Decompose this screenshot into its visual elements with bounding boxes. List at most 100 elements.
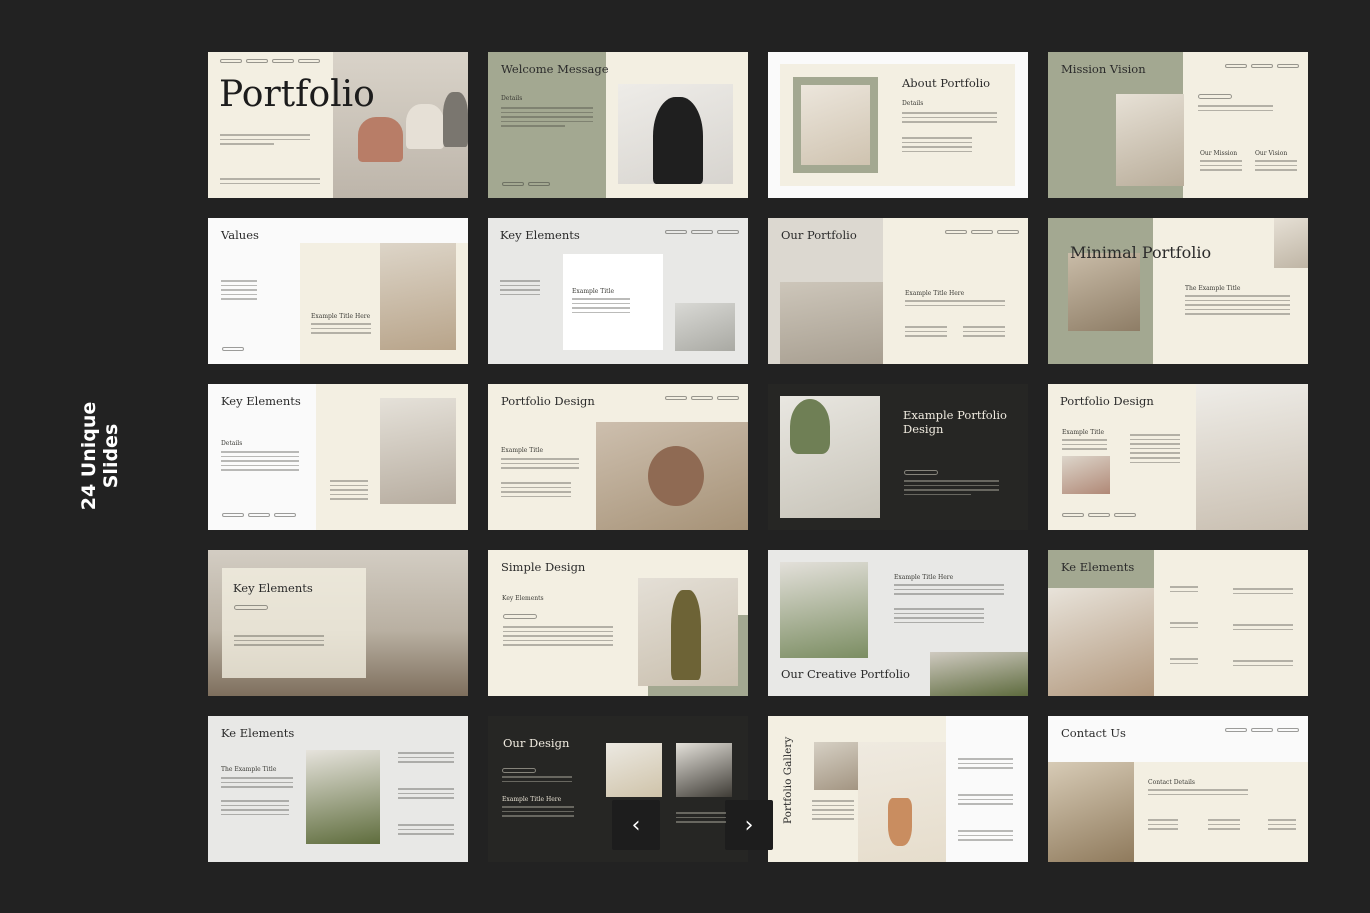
body-text <box>398 752 454 766</box>
chair-shape <box>406 104 444 149</box>
vision-heading: Our Vision <box>1255 150 1288 157</box>
slide-thumbnail[interactable]: Contact Us Contact Details <box>1048 716 1308 862</box>
body-text <box>1255 160 1297 174</box>
example-title: The Example Title <box>221 766 277 773</box>
slide-thumbnail[interactable]: Ke Elements The Example Title <box>208 716 468 862</box>
vase-shape <box>888 798 912 846</box>
body-text <box>1170 622 1198 631</box>
slide-thumbnail[interactable]: Portfolio Design Example Title <box>1048 384 1308 530</box>
body-text <box>902 137 972 155</box>
nav-dots <box>1062 513 1136 517</box>
body-text <box>958 758 1013 772</box>
body-text <box>311 323 371 337</box>
slide-title: Our Design <box>503 736 570 750</box>
slide-thumbnail[interactable]: Minimal Portfolio The Example Title <box>1048 218 1308 364</box>
example-title: Example Title Here <box>905 290 965 297</box>
tag-pill <box>503 614 537 619</box>
slide-title: Example Portfolio Design <box>903 408 1007 436</box>
slide-thumbnail[interactable]: Key Elements Example Title <box>488 218 748 364</box>
vase-photo <box>1274 218 1308 268</box>
slide-thumbnail[interactable]: Example Portfolio Design <box>768 384 1028 530</box>
slide-thumbnail[interactable]: Key Elements <box>208 550 468 696</box>
interior-photo <box>380 398 456 504</box>
slide-title: Minimal Portfolio <box>1070 243 1212 262</box>
contact-details-heading: Contact Details <box>1148 779 1196 786</box>
body-text <box>963 326 1005 340</box>
slide-thumbnail[interactable]: Values Example Title Here <box>208 218 468 364</box>
body-text <box>502 776 572 785</box>
figure-shape <box>671 590 701 680</box>
body-text <box>502 806 574 820</box>
body-text <box>1062 439 1107 453</box>
nav-dots <box>502 182 550 186</box>
body-text <box>398 788 454 802</box>
slide-thumbnail[interactable]: Ke Elements <box>1048 550 1308 696</box>
footer-text <box>220 178 320 187</box>
slide-thumbnail[interactable]: About Portfolio Details <box>768 52 1028 198</box>
body-text <box>501 107 593 130</box>
details-heading: Details <box>902 100 924 107</box>
prev-slide-button[interactable]: ‹ <box>612 800 660 850</box>
body-text <box>902 112 997 126</box>
details-heading: Details <box>501 95 523 102</box>
example-title: Key Elements <box>502 595 544 602</box>
body-text <box>904 480 999 498</box>
body-text <box>1208 819 1240 833</box>
body-text <box>503 626 613 649</box>
sofa-photo <box>1196 384 1308 530</box>
body-text <box>330 480 368 503</box>
chair-shape <box>443 92 468 147</box>
slide-title: Simple Design <box>501 560 586 574</box>
slide-thumbnail[interactable]: Portfolio Gallery <box>768 716 1028 862</box>
details-heading: Details <box>221 440 243 447</box>
body-text <box>234 635 324 649</box>
body-text <box>221 800 289 818</box>
slide-thumbnail[interactable]: Portfolio <box>208 52 468 198</box>
body-text <box>501 482 571 500</box>
vase-shape <box>648 446 704 506</box>
example-title: Example Title <box>501 447 544 454</box>
slide-thumbnail[interactable]: Portfolio Design Example Title <box>488 384 748 530</box>
body-text <box>905 326 947 340</box>
pillows-photo <box>1116 94 1184 186</box>
body-text <box>1185 295 1290 318</box>
example-title: Example Title Here <box>502 796 562 803</box>
example-title: Example Title Here <box>311 313 371 320</box>
sofa-photo <box>930 652 1028 696</box>
body-text <box>676 812 726 826</box>
chevron-left-icon: ‹ <box>631 812 641 838</box>
slide-title: About Portfolio <box>902 76 991 90</box>
body-text <box>1233 660 1293 669</box>
nav-dots <box>665 230 739 234</box>
next-slide-button[interactable]: › <box>725 800 773 850</box>
plant-shape <box>790 399 830 454</box>
slide-title: Key Elements <box>233 581 313 595</box>
nav-dots <box>945 230 1019 234</box>
tag-pill <box>502 768 536 773</box>
slide-thumbnail[interactable]: Our Creative Portfolio Example Title Her… <box>768 550 1028 696</box>
slide-title: Portfolio Design <box>1060 394 1154 408</box>
nav-dots <box>220 59 320 63</box>
body-text <box>221 777 293 791</box>
body-text <box>221 280 257 303</box>
slide-thumbnail[interactable]: Simple Design Key Elements <box>488 550 748 696</box>
example-title: Example Title <box>572 288 615 295</box>
slide-thumbnail[interactable]: Mission Vision Our Mission Our Vision <box>1048 52 1308 198</box>
body-text <box>905 300 1005 309</box>
body-text <box>958 794 1013 808</box>
tag-pill <box>904 470 938 475</box>
body-text <box>1130 434 1180 466</box>
slide-title: Mission Vision <box>1061 62 1146 76</box>
body-text <box>958 830 1013 844</box>
bedroom-photo <box>780 562 868 658</box>
slide-count-label: 24 Unique Slides <box>78 402 122 511</box>
slide-title: Ke Elements <box>1061 560 1135 574</box>
body-text <box>894 608 984 626</box>
body-text <box>501 458 579 472</box>
mission-heading: Our Mission <box>1200 150 1238 157</box>
slide-thumbnail[interactable]: Key Elements Details <box>208 384 468 530</box>
slide-thumbnail[interactable]: Our Portfolio Example Title Here <box>768 218 1028 364</box>
slide-thumbnail[interactable]: Welcome Message Details <box>488 52 748 198</box>
slide-title: Contact Us <box>1061 726 1126 740</box>
slide-title: Welcome Message <box>501 62 609 76</box>
